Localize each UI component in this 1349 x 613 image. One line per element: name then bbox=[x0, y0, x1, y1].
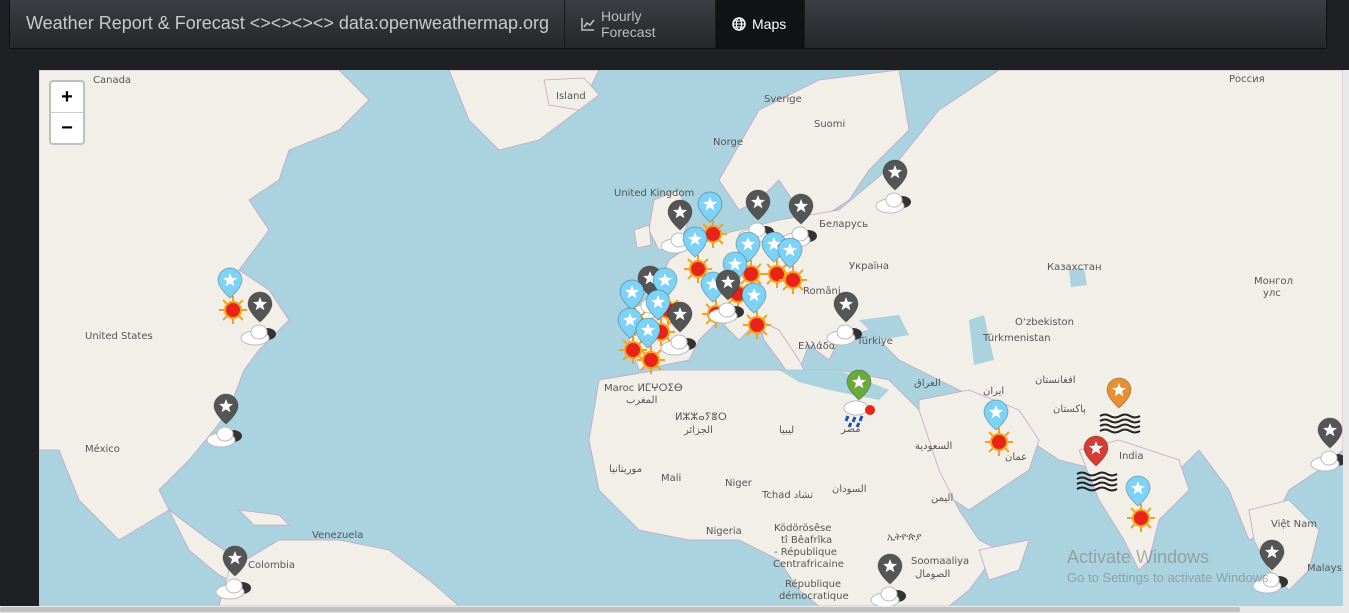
map-pin-icon bbox=[206, 393, 242, 448]
map-label: المغرب bbox=[626, 395, 658, 406]
map-label: الجزائر bbox=[684, 425, 713, 436]
map-label: الصومال bbox=[915, 569, 951, 580]
map-pin-icon bbox=[983, 399, 1013, 456]
map-label: Tchad تشاد bbox=[762, 490, 814, 501]
weather-marker[interactable] bbox=[819, 290, 873, 350]
map-label: افغانستان bbox=[1035, 375, 1076, 386]
navbar: Weather Report & Forecast <><><><> data:… bbox=[9, 0, 1327, 49]
weather-marker[interactable] bbox=[727, 281, 781, 341]
map-label: Canada bbox=[93, 75, 132, 86]
map-label: Türkmenistan bbox=[983, 333, 1051, 344]
map-pin-icon bbox=[660, 301, 696, 356]
map-label: O‘zbekiston bbox=[1015, 317, 1074, 328]
world-map[interactable]: + − Canada Island Sverige Suomi Norge Ро… bbox=[39, 70, 1343, 606]
map-label: ⵍⵣⵣⴰⵢⴻⵔ bbox=[675, 412, 727, 423]
map-label: Island bbox=[556, 91, 586, 102]
map-label: Ködörösêse bbox=[774, 523, 832, 534]
weather-marker[interactable] bbox=[208, 544, 262, 604]
weather-marker[interactable] bbox=[868, 158, 922, 218]
nav-hourly-forecast[interactable]: Hourly Forecast bbox=[565, 0, 715, 48]
map-pin-icon bbox=[1310, 417, 1343, 472]
weather-marker[interactable] bbox=[653, 300, 707, 360]
map-label: السودان bbox=[832, 484, 867, 495]
map-label: پاکستان bbox=[1053, 404, 1086, 415]
map-label: اليمن bbox=[931, 493, 954, 504]
globe-icon bbox=[732, 17, 746, 31]
map-label: tî Bêafrîka bbox=[781, 535, 833, 546]
weather-marker[interactable] bbox=[863, 552, 917, 606]
map-label: Maroc ⵍⵎⵖⵔⵉⴱ bbox=[604, 383, 683, 394]
nav-hourly-forecast-label: Hourly Forecast bbox=[601, 8, 656, 40]
zoom-in-button[interactable]: + bbox=[51, 82, 83, 113]
map-label: Soomaaliya bbox=[911, 556, 970, 567]
weather-marker[interactable] bbox=[1303, 416, 1343, 476]
horizontal-scrollbar[interactable] bbox=[0, 606, 1349, 613]
map-label: Việt Nam bbox=[1271, 519, 1318, 530]
map-label: Suomi bbox=[814, 119, 846, 130]
weather-marker[interactable] bbox=[832, 368, 886, 428]
map-label: موريتانيا bbox=[609, 464, 643, 475]
zoom-control: + − bbox=[49, 80, 85, 145]
weather-marker[interactable] bbox=[969, 398, 1023, 458]
map-label: - République bbox=[774, 547, 837, 558]
map-label: Venezuela bbox=[312, 530, 364, 541]
nav-maps-label: Maps bbox=[752, 16, 787, 32]
map-label: Sverige bbox=[764, 94, 802, 105]
map-label: ایران bbox=[983, 386, 1005, 397]
map-label: Россия bbox=[1229, 74, 1265, 85]
map-label: улс bbox=[1263, 288, 1281, 299]
map-label: Nigeria bbox=[706, 526, 742, 537]
zoom-out-button[interactable]: − bbox=[51, 113, 83, 143]
map-pin-icon bbox=[870, 553, 906, 606]
nav-maps[interactable]: Maps bbox=[716, 0, 804, 48]
map-label: Україна bbox=[849, 261, 890, 272]
map-label: ኢትዮጵያ bbox=[887, 532, 922, 543]
watermark-subtitle: Go to Settings to activate Windows. bbox=[1067, 570, 1273, 585]
map-pin-icon bbox=[826, 291, 862, 346]
weather-marker[interactable] bbox=[199, 392, 253, 452]
map-label: Казахстан bbox=[1047, 262, 1102, 273]
vertical-scrollbar[interactable] bbox=[1343, 70, 1349, 606]
map-pin-icon bbox=[1125, 475, 1155, 532]
map-pin-icon bbox=[1099, 377, 1141, 434]
weather-marker[interactable] bbox=[1111, 474, 1165, 534]
weather-marker[interactable] bbox=[233, 290, 287, 350]
map-label: démocratique bbox=[779, 591, 849, 602]
map-label: Niger bbox=[725, 478, 752, 489]
map-label: République bbox=[785, 579, 842, 590]
chart-icon bbox=[581, 17, 595, 31]
map-label: Centrafricaine bbox=[773, 559, 844, 570]
scrollbar-thumb[interactable] bbox=[0, 607, 1240, 612]
map-label: العراق bbox=[914, 378, 941, 389]
map-label: Norge bbox=[713, 137, 744, 148]
map-pin-icon bbox=[741, 282, 771, 339]
weather-marker[interactable] bbox=[1092, 376, 1146, 436]
map-label: Malays bbox=[1307, 563, 1342, 574]
map-pin-icon bbox=[240, 291, 276, 346]
brand-title[interactable]: Weather Report & Forecast <><><><> data:… bbox=[26, 13, 549, 34]
map-pin-icon bbox=[215, 545, 251, 600]
map-label: United States bbox=[85, 331, 153, 342]
map-label: السعودية bbox=[915, 441, 953, 452]
nav-separator bbox=[804, 0, 805, 48]
map-label: ليبيا bbox=[779, 425, 795, 436]
map-label: Монгол bbox=[1254, 276, 1294, 287]
watermark-title: Activate Windows bbox=[1067, 547, 1210, 567]
windows-activation-watermark: Activate Windows Go to Settings to activ… bbox=[1067, 547, 1272, 585]
map-label: México bbox=[85, 444, 120, 455]
map-pin-icon bbox=[843, 369, 875, 428]
map-pin-icon bbox=[875, 159, 911, 214]
map-label: Mali bbox=[661, 473, 682, 484]
